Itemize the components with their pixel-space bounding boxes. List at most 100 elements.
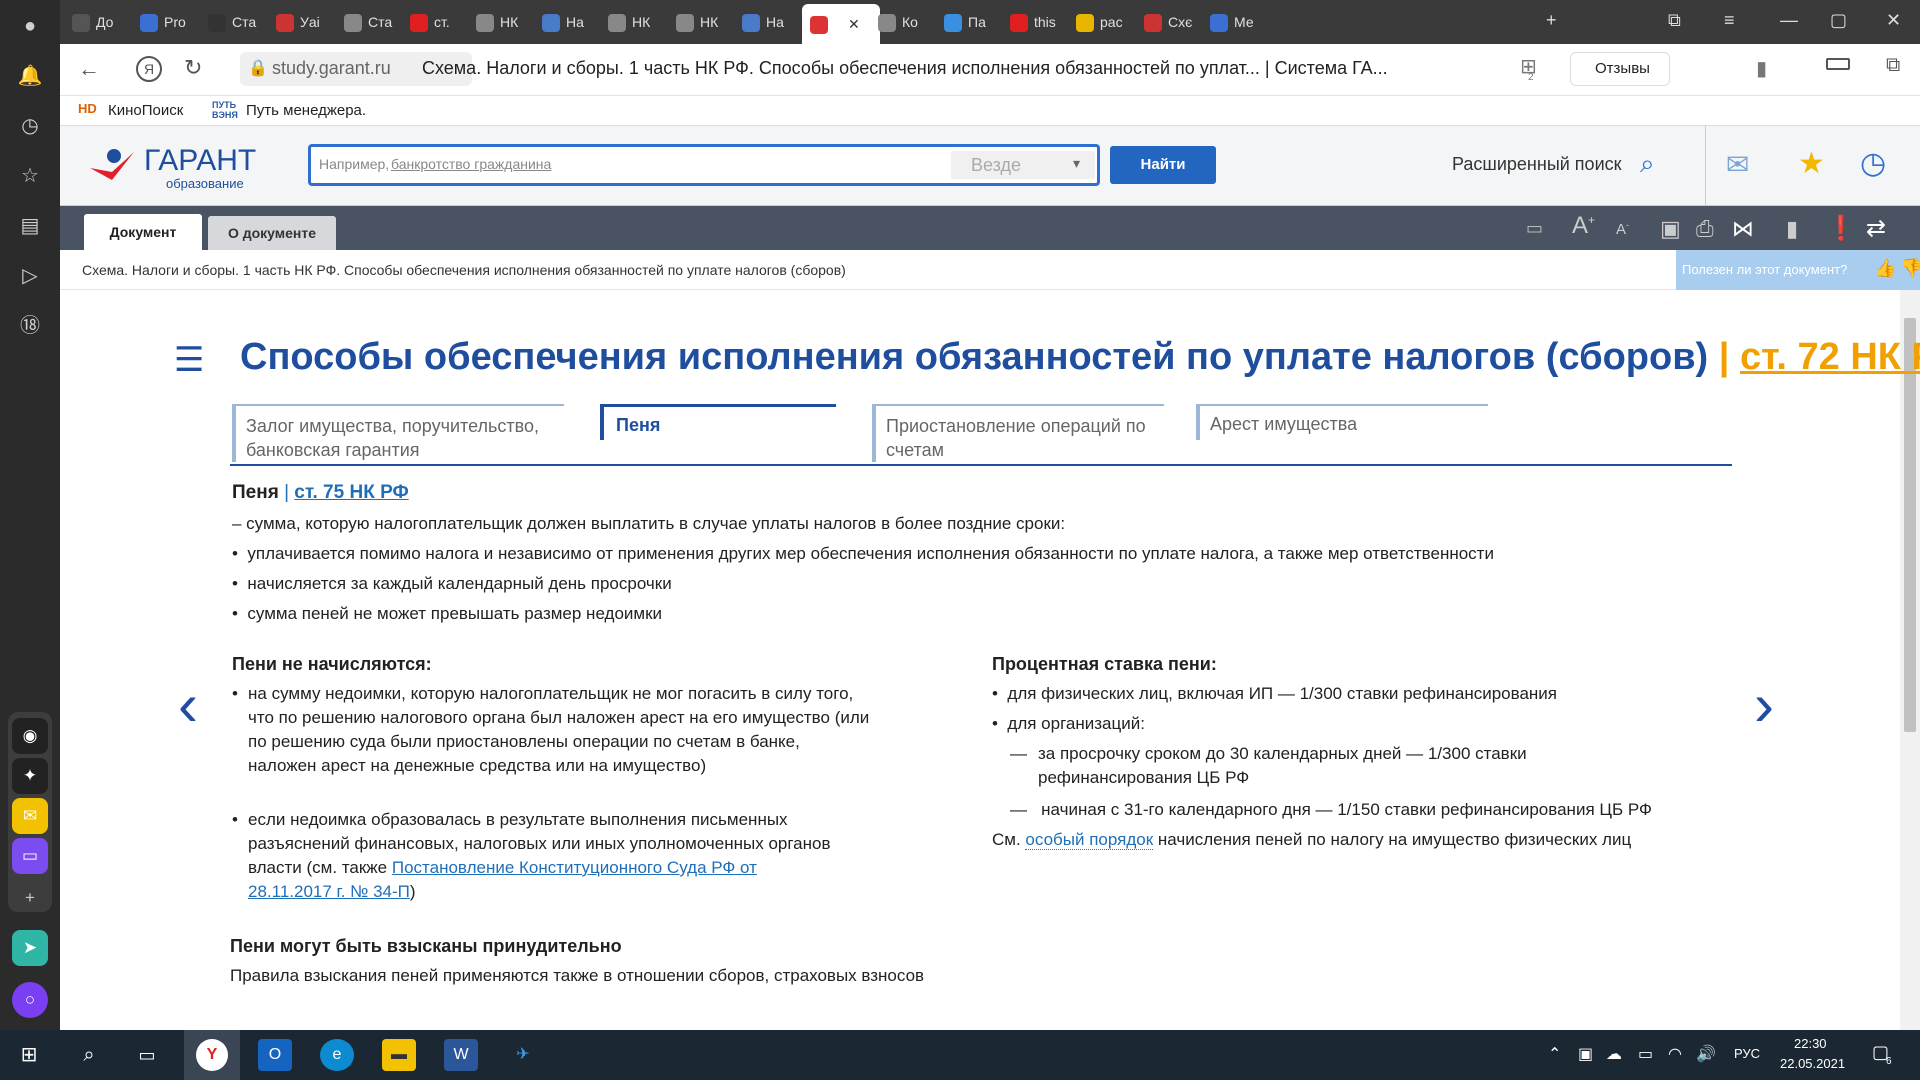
browser-tab[interactable]: Ста [336, 6, 396, 38]
browser-tab[interactable]: Ко [870, 6, 930, 38]
history-clock-icon[interactable]: ◷ [1860, 146, 1886, 181]
tab-document[interactable]: Документ [84, 214, 202, 250]
pagination-icon[interactable]: ▭ [1526, 218, 1543, 239]
save-icon[interactable]: ▣ [1660, 216, 1681, 242]
word-icon[interactable]: W [444, 1039, 478, 1071]
age-icon[interactable]: ⑱ [14, 310, 46, 342]
browser-tab[interactable]: До [64, 6, 124, 38]
mail-app-icon[interactable]: ✉ [12, 798, 48, 834]
notifications-icon[interactable]: 🔔 [14, 60, 46, 92]
browser-tab[interactable]: ст. [402, 6, 462, 38]
subtab-zalog[interactable]: Залог имущества, поручительство, банковс… [232, 404, 564, 462]
print-icon[interactable]: ⎙ [1696, 216, 1714, 242]
font-decrease-icon[interactable]: A- [1616, 220, 1629, 238]
menu-icon[interactable]: ☰ [174, 340, 204, 380]
windows-start-icon[interactable]: ⊞ [12, 1039, 46, 1071]
maximize-icon[interactable]: ▢ [1830, 10, 1847, 31]
search-example[interactable]: банкротство гражданина [391, 156, 551, 172]
browser-tab[interactable]: На [534, 6, 594, 38]
scope-select[interactable]: Везде ▾ [951, 151, 1095, 179]
explorer-icon[interactable]: ▬ [382, 1039, 416, 1071]
url-text[interactable]: study.garant.ru [272, 58, 391, 79]
history-icon[interactable]: ◷ [14, 110, 46, 142]
thumb-down-icon[interactable]: 👎 [1900, 258, 1920, 279]
minimize-icon[interactable]: — [1780, 10, 1798, 31]
browser-tab[interactable]: рас [1068, 6, 1128, 38]
section-link[interactable]: ст. 75 НК РФ [294, 482, 408, 503]
new-tab-icon[interactable]: + [1546, 10, 1557, 31]
send-app-icon[interactable]: ➤ [12, 930, 48, 966]
task-view-icon[interactable]: ▭ [130, 1039, 164, 1071]
scrollbar-thumb[interactable] [1904, 318, 1916, 732]
share-icon[interactable]: ⋈ [1732, 216, 1754, 242]
bookmark-kinopoisk[interactable]: КиноПоиск [108, 102, 183, 119]
close-tab-icon[interactable]: ✕ [848, 16, 860, 32]
reload-icon[interactable]: ↻ [184, 55, 202, 81]
browser-tab[interactable]: Уаі [268, 6, 328, 38]
browser-tab[interactable]: Схє [1136, 6, 1196, 38]
star-icon[interactable]: ★ [1798, 146, 1825, 181]
browser-tab[interactable]: Ме [1202, 6, 1262, 38]
add-app-icon[interactable]: + [12, 880, 48, 916]
thumb-up-icon[interactable]: 👍 [1874, 258, 1896, 279]
menu-icon[interactable]: ≡ [1724, 10, 1735, 31]
special-order-link[interactable]: особый порядок [1025, 830, 1154, 850]
browser-tab[interactable]: this [1002, 6, 1062, 38]
bookmark-icon[interactable]: ▮ [1756, 56, 1767, 81]
doc-title-link[interactable]: ст. 72 НК РФ [1740, 336, 1920, 378]
translate-icon[interactable]: ⧉ [1886, 54, 1900, 77]
tab-about[interactable]: О документе [208, 216, 336, 250]
find-button[interactable]: Найти [1110, 146, 1216, 184]
cloud-icon[interactable]: ☁ [1606, 1044, 1622, 1064]
swap-icon[interactable]: ⇄ [1866, 214, 1886, 243]
sparkle-app-icon[interactable]: ✦ [12, 758, 48, 794]
advanced-search-icon[interactable]: ⌕ [1640, 148, 1655, 180]
battery-icon[interactable] [1826, 58, 1850, 70]
info-icon[interactable]: ❗ [1826, 214, 1856, 243]
browser-tab[interactable]: НК [468, 6, 528, 38]
clock-time[interactable]: 22:30 [1794, 1036, 1827, 1051]
advanced-search-link[interactable]: Расширенный поиск [1452, 154, 1622, 175]
close-window-icon[interactable]: ✕ [1886, 10, 1901, 31]
tabs-icon[interactable]: ⧉ [1668, 10, 1681, 31]
battery-tray-icon[interactable]: ▭ [1638, 1044, 1653, 1064]
favorites-icon[interactable]: ☆ [14, 160, 46, 192]
media-icon[interactable]: ▷ [14, 260, 46, 292]
prev-arrow-icon[interactable]: ‹ [178, 670, 198, 739]
yandex-browser-icon[interactable]: Y [196, 1039, 228, 1071]
back-icon[interactable]: ← [78, 56, 100, 82]
outlook-icon[interactable]: O [258, 1039, 292, 1071]
font-increase-icon[interactable]: A+ [1572, 212, 1595, 240]
search-icon[interactable]: ⌕ [72, 1039, 106, 1071]
subtab-penya[interactable]: Пеня [600, 404, 836, 440]
alice-app-icon[interactable]: ○ [12, 982, 48, 1018]
bookmark-path[interactable]: Путь менеджера. [246, 102, 366, 119]
mail-users-icon[interactable]: ✉ [1726, 148, 1749, 181]
browser-tab[interactable]: НК [668, 6, 728, 38]
collections-icon[interactable]: ▤ [14, 210, 46, 242]
browser-tab[interactable]: Pro [132, 6, 192, 38]
profile-icon[interactable]: ● [14, 10, 46, 42]
scrollbar[interactable] [1900, 290, 1920, 1030]
next-arrow-icon[interactable]: › [1754, 670, 1774, 739]
clock-date[interactable]: 22.05.2021 [1780, 1056, 1845, 1071]
chevron-up-icon[interactable]: ⌃ [1548, 1044, 1561, 1064]
camera-app-icon[interactable]: ◉ [12, 718, 48, 754]
garant-logo[interactable]: ГАРАНТ [144, 144, 256, 178]
meet-icon[interactable]: ▣ [1578, 1044, 1593, 1064]
search-box[interactable]: Например, банкротство гражданина Везде ▾ [308, 144, 1100, 186]
bookmark-doc-icon[interactable]: ▮ [1786, 216, 1798, 242]
wifi-icon[interactable]: ◠ [1668, 1044, 1682, 1064]
reviews-button[interactable]: Отзывы [1570, 52, 1670, 86]
yandex-icon[interactable]: Я [136, 56, 162, 82]
browser-tab[interactable]: НК [600, 6, 660, 38]
volume-icon[interactable]: 🔊 [1696, 1044, 1716, 1064]
browser-tab[interactable]: На [734, 6, 794, 38]
app-icon[interactable]: ✈ [506, 1039, 540, 1071]
browser-tab[interactable]: Ста [200, 6, 260, 38]
browser-tab[interactable]: ✕ [802, 4, 880, 44]
messenger-app-icon[interactable]: ▭ [12, 838, 48, 874]
edge-icon[interactable]: e [320, 1039, 354, 1071]
subtab-arrest[interactable]: Арест имущества [1196, 404, 1488, 440]
subtab-suspend[interactable]: Приостановление операций по счетам [872, 404, 1164, 462]
